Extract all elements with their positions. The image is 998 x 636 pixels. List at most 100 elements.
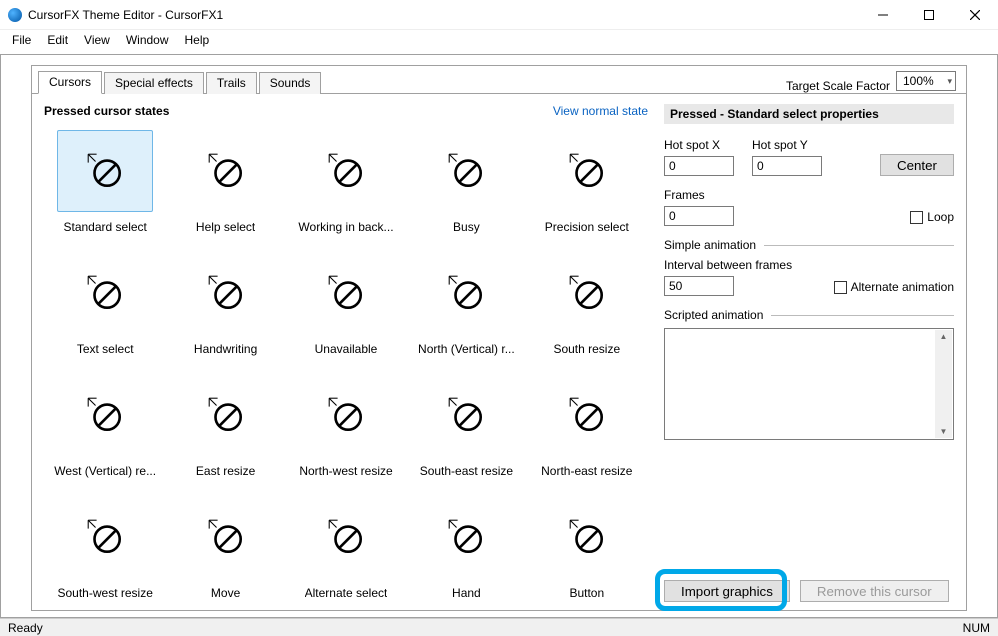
cursor-item[interactable]: Busy: [411, 130, 521, 234]
left-panel-title: Pressed cursor states: [44, 104, 169, 118]
cursor-grid: Standard select Help select Working in bac…: [44, 126, 648, 604]
target-scale-select[interactable]: 100% ▾: [896, 71, 956, 91]
cursor-placeholder-icon: [178, 130, 274, 212]
cursor-item-label: Hand: [452, 586, 481, 600]
cursor-placeholder-icon: [178, 252, 274, 334]
menu-view[interactable]: View: [76, 30, 118, 52]
frames-input[interactable]: [664, 206, 734, 226]
cursor-item[interactable]: Standard select: [50, 130, 160, 234]
minimize-button[interactable]: [860, 0, 906, 30]
cursor-placeholder-icon: [539, 130, 635, 212]
cursor-item[interactable]: Precision select: [532, 130, 642, 234]
menu-window[interactable]: Window: [118, 30, 177, 52]
alternate-animation-checkbox[interactable]: [834, 281, 847, 294]
cursor-placeholder-icon: [298, 130, 394, 212]
cursor-item-label: North (Vertical) r...: [418, 342, 515, 356]
cursor-placeholder-icon: [57, 130, 153, 212]
properties-title: Pressed - Standard select properties: [664, 104, 954, 124]
cursor-item-label: East resize: [196, 464, 255, 478]
cursor-placeholder-icon: [539, 496, 635, 578]
cursor-item-label: Precision select: [545, 220, 629, 234]
cursor-placeholder-icon: [178, 496, 274, 578]
cursor-item-label: Unavailable: [315, 342, 378, 356]
cursor-item[interactable]: North (Vertical) r...: [411, 252, 521, 356]
cursor-item-label: South-west resize: [58, 586, 153, 600]
tab-trails[interactable]: Trails: [206, 72, 257, 94]
cursor-item-label: Handwriting: [194, 342, 257, 356]
cursor-placeholder-icon: [418, 496, 514, 578]
chevron-down-icon: ▾: [947, 76, 952, 87]
cursor-item-label: South resize: [553, 342, 620, 356]
close-icon: [970, 10, 980, 20]
cursor-item-label: Busy: [453, 220, 480, 234]
cursor-item[interactable]: Move: [170, 496, 280, 600]
cursor-item-label: Working in back...: [298, 220, 393, 234]
cursor-placeholder-icon: [539, 252, 635, 334]
cursor-item[interactable]: Alternate select: [291, 496, 401, 600]
scrollbar[interactable]: ▲ ▼: [935, 330, 952, 438]
cursor-item[interactable]: North-west resize: [291, 374, 401, 478]
cursor-item-label: Text select: [77, 342, 134, 356]
app-icon: [8, 8, 22, 22]
cursor-placeholder-icon: [539, 374, 635, 456]
cursor-placeholder-icon: [178, 374, 274, 456]
cursor-item-label: Button: [569, 586, 604, 600]
loop-label: Loop: [927, 210, 954, 224]
maximize-button[interactable]: [906, 0, 952, 30]
alternate-animation-label: Alternate animation: [851, 280, 954, 294]
simple-animation-label: Simple animation: [664, 238, 756, 252]
cursor-item[interactable]: Hand: [411, 496, 521, 600]
cursor-item[interactable]: South resize: [532, 252, 642, 356]
cursor-placeholder-icon: [298, 252, 394, 334]
cursor-placeholder-icon: [57, 374, 153, 456]
cursor-item[interactable]: Button: [532, 496, 642, 600]
cursor-item[interactable]: Text select: [50, 252, 160, 356]
cursor-item[interactable]: South-west resize: [50, 496, 160, 600]
cursor-item[interactable]: West (Vertical) re...: [50, 374, 160, 478]
cursor-item[interactable]: Handwriting: [170, 252, 280, 356]
menu-help[interactable]: Help: [177, 30, 218, 52]
hotspot-y-label: Hot spot Y: [752, 138, 822, 152]
status-num: NUM: [963, 621, 990, 635]
scroll-up-icon: ▲: [940, 332, 948, 341]
tab-special-effects[interactable]: Special effects: [104, 72, 204, 94]
loop-checkbox[interactable]: [910, 211, 923, 224]
cursor-item[interactable]: South-east resize: [411, 374, 521, 478]
target-scale-label: Target Scale Factor: [786, 79, 890, 93]
tab-sounds[interactable]: Sounds: [259, 72, 322, 94]
frames-label: Frames: [664, 188, 734, 202]
cursor-item-label: Help select: [196, 220, 255, 234]
menu-file[interactable]: File: [4, 30, 39, 52]
menu-edit[interactable]: Edit: [39, 30, 76, 52]
cursor-placeholder-icon: [418, 252, 514, 334]
cursor-item-label: South-east resize: [420, 464, 513, 478]
scroll-down-icon: ▼: [940, 427, 948, 436]
cursor-item-label: Alternate select: [305, 586, 388, 600]
cursor-item-label: Move: [211, 586, 240, 600]
interval-input[interactable]: [664, 276, 734, 296]
cursor-item[interactable]: Working in back...: [291, 130, 401, 234]
maximize-icon: [924, 10, 934, 20]
cursor-item[interactable]: East resize: [170, 374, 280, 478]
hotspot-y-input[interactable]: [752, 156, 822, 176]
cursor-item-label: North-east resize: [541, 464, 632, 478]
cursor-item[interactable]: Help select: [170, 130, 280, 234]
view-normal-state-link[interactable]: View normal state: [553, 104, 648, 118]
center-button[interactable]: Center: [880, 154, 954, 176]
cursor-item[interactable]: Unavailable: [291, 252, 401, 356]
close-button[interactable]: [952, 0, 998, 30]
cursor-item[interactable]: North-east resize: [532, 374, 642, 478]
hotspot-x-label: Hot spot X: [664, 138, 734, 152]
import-graphics-button[interactable]: Import graphics: [664, 580, 790, 602]
cursor-placeholder-icon: [298, 496, 394, 578]
status-ready: Ready: [8, 621, 43, 635]
menu-bar: File Edit View Window Help: [0, 30, 998, 52]
minimize-icon: [878, 10, 888, 20]
target-scale-value: 100%: [903, 74, 934, 88]
cursor-placeholder-icon: [418, 374, 514, 456]
tab-cursors[interactable]: Cursors: [38, 71, 102, 94]
remove-cursor-button[interactable]: Remove this cursor: [800, 580, 949, 602]
hotspot-x-input[interactable]: [664, 156, 734, 176]
scripted-animation-textarea[interactable]: ▲ ▼: [664, 328, 954, 440]
window-title: CursorFX Theme Editor - CursorFX1: [28, 8, 223, 22]
